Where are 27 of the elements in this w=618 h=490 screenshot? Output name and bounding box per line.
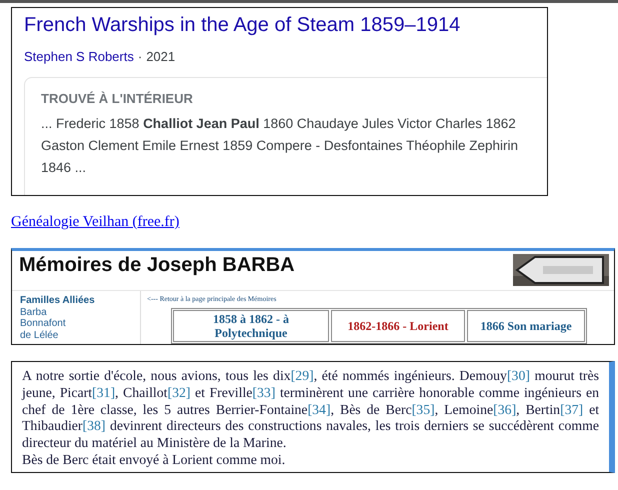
footnote-link[interactable]: [34]: [308, 402, 331, 417]
source-link[interactable]: Généalogie Veilhan (free.fr): [11, 214, 180, 231]
chapter-tab[interactable]: 1862-1866 - Lorient: [331, 310, 465, 342]
chapter-tab[interactable]: 1858 à 1862 - à Polytechnique: [173, 310, 329, 342]
book-title-link[interactable]: French Warships in the Age of Steam 1859–1914: [24, 12, 547, 38]
sidebar-link[interactable]: Bonnafont: [20, 318, 140, 330]
footnote-link[interactable]: [32]: [167, 384, 190, 400]
footnote-link[interactable]: [36]: [493, 402, 516, 417]
memoir-paragraph: A notre sortie d'école, nous avions, tous les dix[29], été nommés ingénieurs. Demouy[30] mourut très jeune, Picart[31], Chaillot[32] et Freville[33] terminèrent une carrière honorable comme ingénieurs en chef de 1ère classe, les 5 autres Berrier-Fontaine[34], Bès de Berc[35], Lemoine[36], Bertin[37] et Thibaudier[38] devinrent directeurs des constructions navales, les trois derniers se succédèrent comme directeur du matériel au Ministère de la Marine.: [22, 368, 599, 452]
footnote-link[interactable]: [33]: [252, 384, 276, 400]
publication-year: 2021: [146, 49, 176, 64]
author-link[interactable]: Stephen S Roberts: [24, 49, 134, 64]
sidebar-heading: Familles Alliées: [20, 295, 96, 306]
footnote-link[interactable]: [29]: [290, 368, 314, 383]
separator-dot: ·: [138, 49, 142, 64]
site-title: Mémoires de Joseph BARBA: [19, 254, 295, 278]
footnote-link[interactable]: [38]: [82, 418, 106, 434]
footnote-link[interactable]: [31]: [92, 384, 116, 400]
sidebar-link[interactable]: de Lélée: [20, 330, 140, 341]
sidebar-link[interactable]: Barba: [20, 306, 140, 318]
chapter-tab[interactable]: 1866 Son mariage: [467, 310, 585, 342]
footnote-link[interactable]: [30]: [506, 368, 530, 383]
memoir-paragraph: Bès de Berc était envoyé à Lorient comme moi.: [22, 452, 286, 469]
excerpt-heading: TROUVÉ À L'INTÉRIEUR: [41, 91, 194, 106]
footnote-link[interactable]: [35]: [412, 402, 435, 417]
excerpt-text: ... Frederic 1858 Challiot Jean Paul 1860 Chaudaye Jules Victor Charles 1862 Gaston Clement Emile Ernest 1859 Compere - Desfontaines Théophile Zephirin 1846 ...: [41, 115, 519, 177]
footnote-link[interactable]: [37]: [560, 402, 584, 417]
